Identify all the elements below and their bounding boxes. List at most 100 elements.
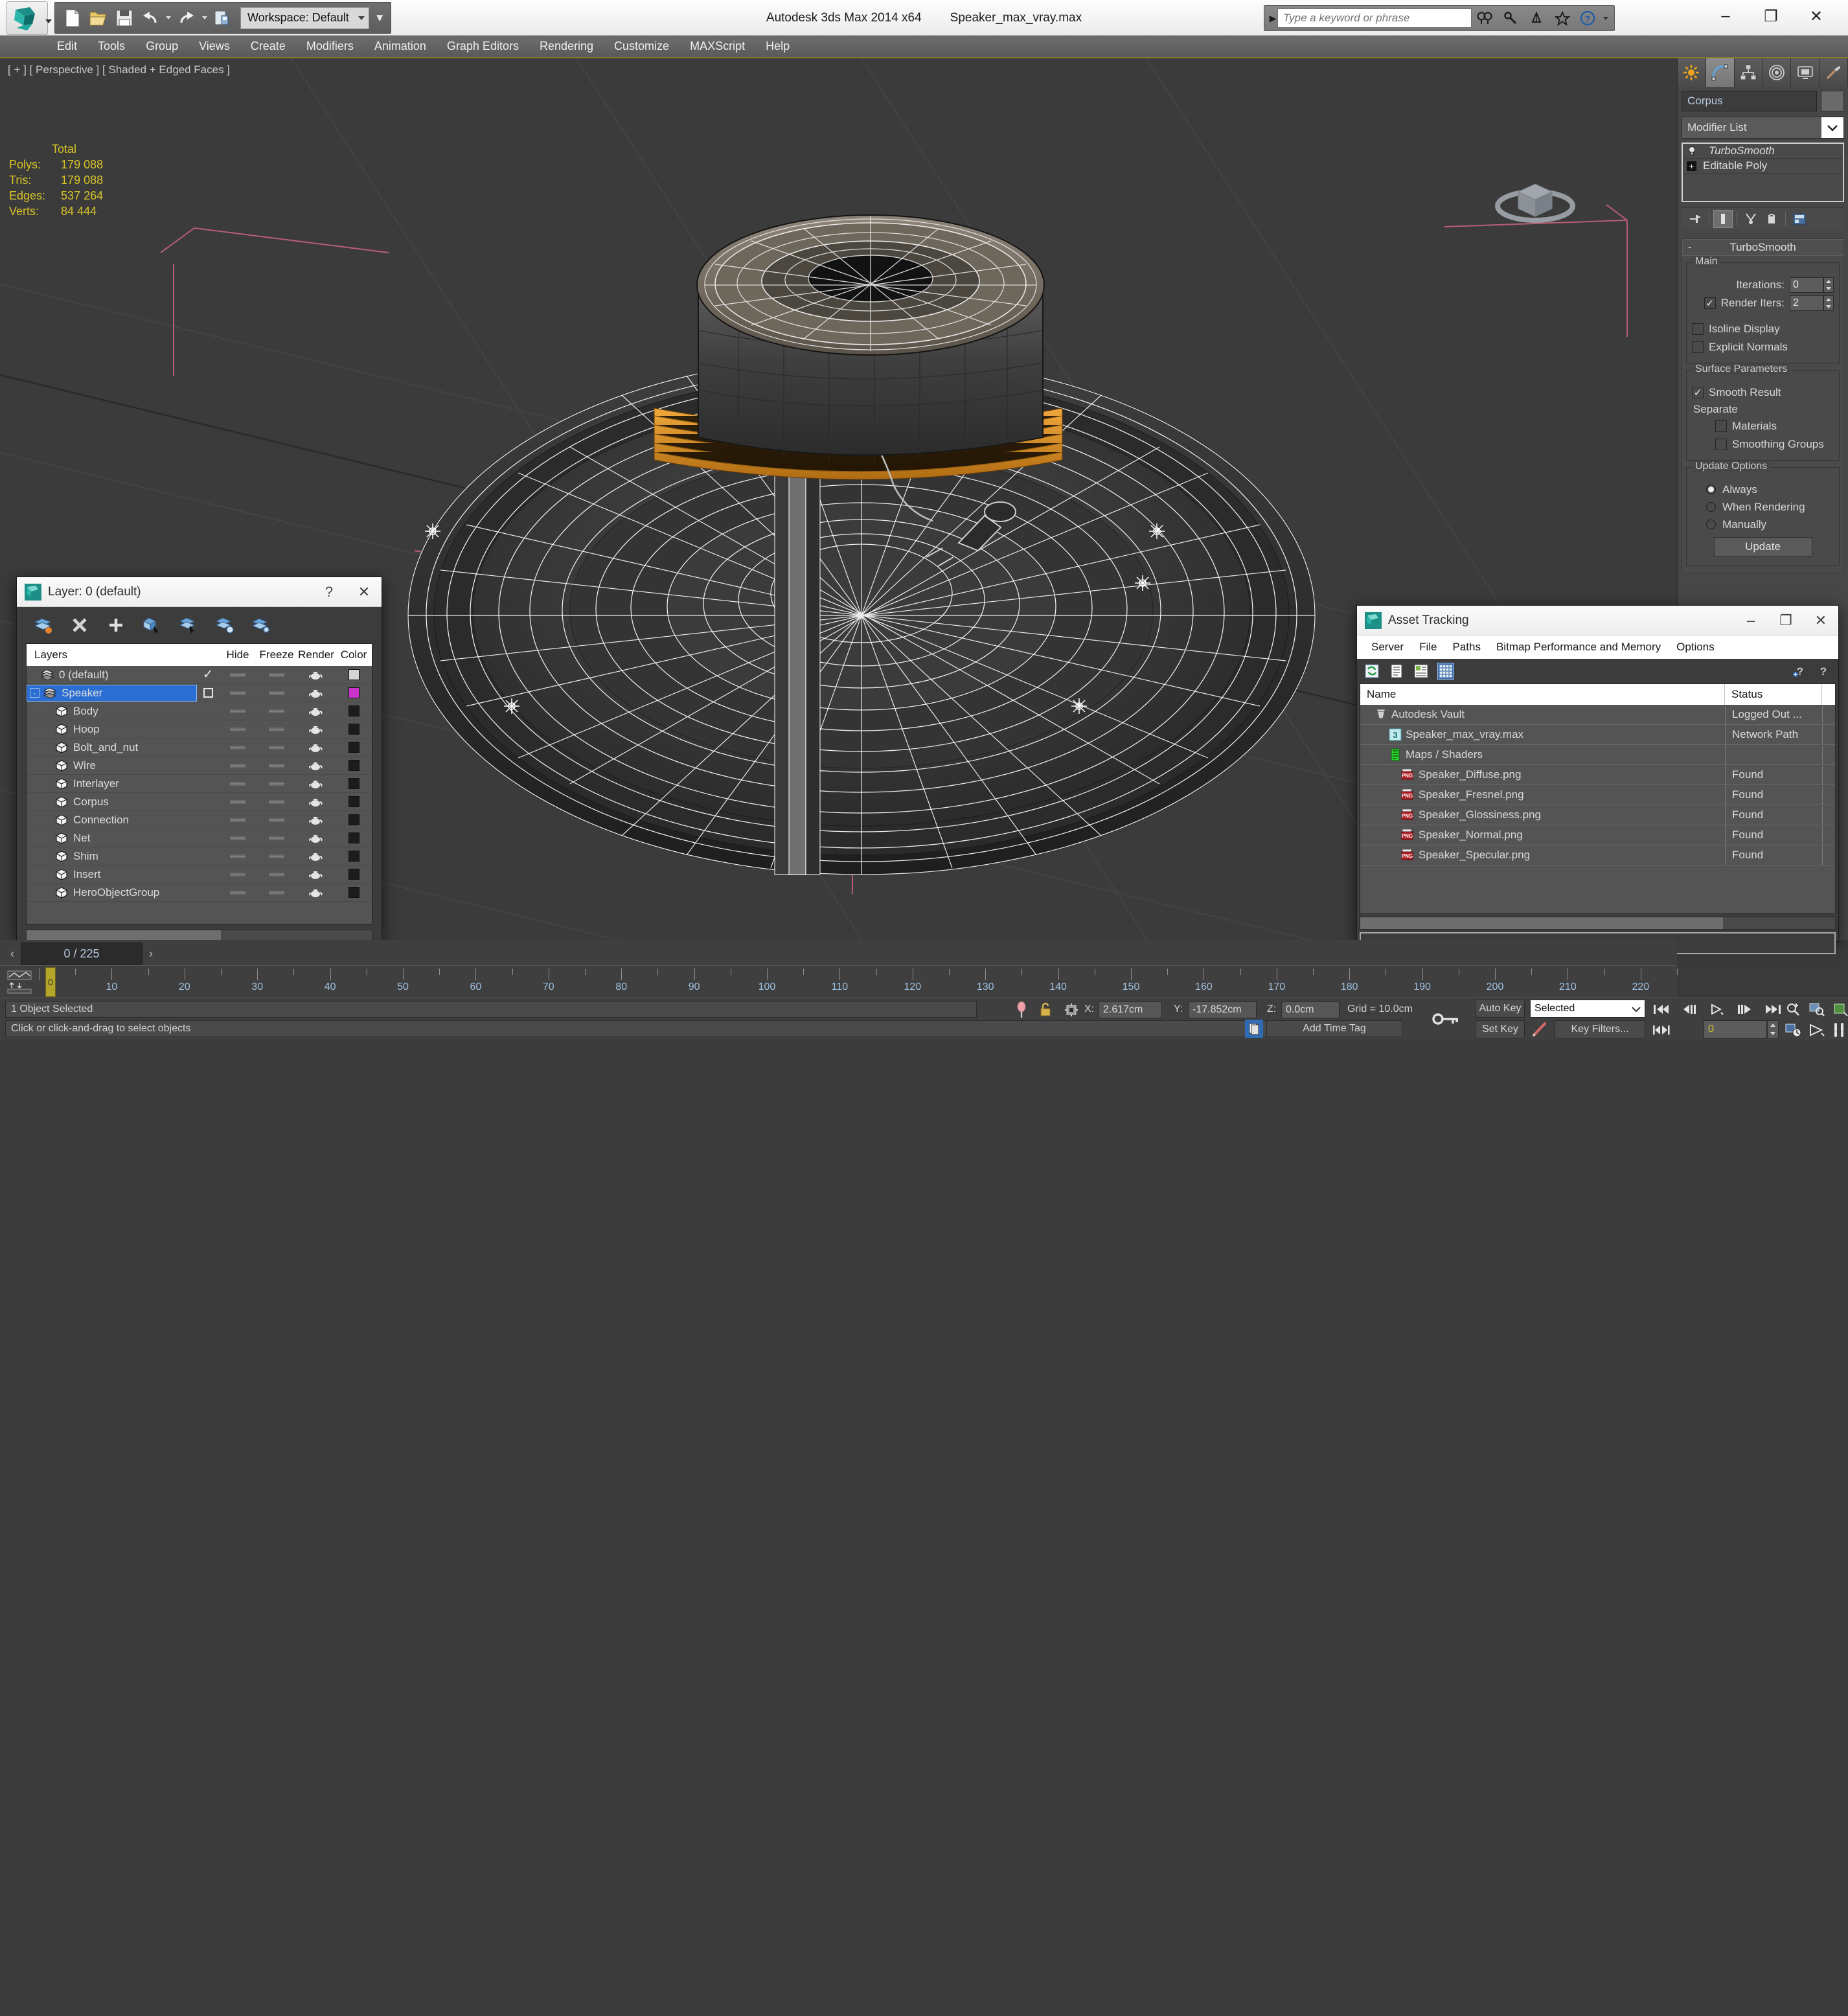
- layer-render-cell[interactable]: [297, 721, 336, 738]
- layer-name-cell[interactable]: Connection: [27, 812, 197, 829]
- subscription-center-icon[interactable]: [1498, 7, 1523, 29]
- layer-color-cell[interactable]: [336, 739, 372, 756]
- layer-color-cell[interactable]: [336, 703, 372, 720]
- expand-stack-icon[interactable]: +: [1687, 161, 1696, 171]
- layer-freeze-cell[interactable]: [257, 830, 297, 847]
- layer-name-cell[interactable]: Interlayer: [27, 775, 197, 792]
- menu-item-modifiers[interactable]: Modifiers: [296, 35, 364, 58]
- smooth-result-checkbox[interactable]: [1692, 387, 1704, 398]
- layer-name-cell[interactable]: Net: [27, 830, 197, 847]
- save-file-button[interactable]: [112, 5, 137, 31]
- color-swatch[interactable]: [348, 814, 359, 825]
- list-view-icon[interactable]: [1388, 663, 1405, 680]
- render-iters-spinner-buttons[interactable]: [1823, 295, 1834, 311]
- asset-row[interactable]: PNG Speaker_Specular.png Found: [1360, 845, 1835, 865]
- color-swatch[interactable]: [348, 742, 359, 753]
- walkthrough-icon[interactable]: [1829, 1020, 1848, 1040]
- current-frame-spinner[interactable]: [1767, 1020, 1779, 1038]
- asset-dialog-titlebar[interactable]: Asset Tracking – ❐ ✕: [1357, 606, 1838, 636]
- asset-row[interactable]: Autodesk Vault Logged Out ...: [1360, 705, 1835, 725]
- asset-horizontal-scrollbar[interactable]: [1360, 917, 1836, 930]
- detail-view-icon[interactable]: [1413, 663, 1430, 680]
- x-coord-field[interactable]: 2.617cm: [1099, 1002, 1162, 1018]
- color-swatch[interactable]: [348, 669, 359, 680]
- set-key-button[interactable]: Set Key: [1476, 1020, 1525, 1038]
- explicit-normals-row[interactable]: Explicit Normals: [1692, 338, 1834, 356]
- application-menu-caret-icon[interactable]: [45, 19, 52, 23]
- layer-hide-cell[interactable]: [219, 667, 257, 683]
- close-button[interactable]: ✕: [1795, 3, 1838, 30]
- layer-color-cell[interactable]: [336, 848, 372, 865]
- hierarchy-tab[interactable]: [1734, 58, 1763, 87]
- color-swatch[interactable]: [348, 778, 359, 789]
- show-end-result-icon[interactable]: [1713, 209, 1733, 228]
- toggle-dash-icon[interactable]: [269, 709, 284, 713]
- configure-modifier-sets-icon[interactable]: [1790, 210, 1809, 228]
- layer-row[interactable]: Connection: [27, 811, 372, 829]
- search-input[interactable]: [1277, 8, 1472, 28]
- redo-button[interactable]: [174, 5, 199, 31]
- layer-row[interactable]: Net: [27, 829, 372, 847]
- communication-center-icon[interactable]: [1523, 7, 1549, 29]
- key-selection-mode-dropdown[interactable]: Selected: [1530, 1000, 1645, 1018]
- layer-active-cell[interactable]: [197, 794, 219, 810]
- color-swatch[interactable]: [348, 705, 359, 716]
- color-swatch[interactable]: [348, 796, 359, 807]
- radio-button[interactable]: [1706, 485, 1716, 494]
- layer-name-cell[interactable]: Corpus: [27, 794, 197, 810]
- iterations-spinner[interactable]: 0: [1790, 277, 1834, 293]
- layer-row[interactable]: Corpus: [27, 793, 372, 811]
- layer-dialog[interactable]: Layer: 0 (default) ? ✕ Layers Hide Freez…: [16, 577, 382, 944]
- toggle-dash-icon[interactable]: [269, 890, 284, 895]
- layer-hide-cell[interactable]: [219, 848, 257, 865]
- layer-grid-body[interactable]: 0 (default) ✓ - Speaker Body Hoop Bolt_and_nut…: [27, 666, 372, 902]
- layer-active-cell[interactable]: [197, 884, 219, 901]
- toggle-dash-icon[interactable]: [269, 672, 284, 677]
- toggle-dash-icon[interactable]: [269, 763, 284, 768]
- toggle-dash-icon[interactable]: [230, 836, 245, 840]
- utilities-tab[interactable]: [1819, 58, 1848, 87]
- layer-active-cell[interactable]: [197, 721, 219, 738]
- toggle-dash-icon[interactable]: [269, 781, 284, 786]
- zoom-region-icon[interactable]: [1806, 1000, 1828, 1019]
- toggle-dash-icon[interactable]: [230, 691, 245, 695]
- toggle-dash-icon[interactable]: [269, 818, 284, 822]
- layer-active-cell[interactable]: [197, 812, 219, 829]
- color-swatch[interactable]: [348, 687, 359, 698]
- radio-button[interactable]: [1706, 520, 1716, 529]
- asset-row[interactable]: PNG Speaker_Fresnel.png Found: [1360, 785, 1835, 805]
- undo-dropdown-icon[interactable]: [164, 5, 173, 31]
- toggle-dash-icon[interactable]: [269, 872, 284, 876]
- layer-color-cell[interactable]: [336, 866, 372, 883]
- layer-render-cell[interactable]: [297, 775, 336, 792]
- current-frame-field[interactable]: 0: [1704, 1020, 1767, 1038]
- set-key-pencil-icon[interactable]: [1531, 1021, 1551, 1038]
- minimize-button[interactable]: –: [1704, 3, 1747, 30]
- color-swatch[interactable]: [348, 887, 359, 898]
- layer-render-cell[interactable]: [297, 685, 336, 702]
- display-tab[interactable]: [1791, 58, 1820, 87]
- menu-item-tools[interactable]: Tools: [87, 35, 135, 58]
- layer-color-cell[interactable]: [336, 667, 372, 683]
- layer-active-cell[interactable]: [197, 866, 219, 883]
- menu-item-group[interactable]: Group: [135, 35, 188, 58]
- layer-hide-cell[interactable]: [219, 721, 257, 738]
- radio-button[interactable]: [1706, 502, 1716, 512]
- go-to-end-icon[interactable]: [1762, 1000, 1784, 1019]
- layer-color-cell[interactable]: [336, 721, 372, 738]
- absolute-relative-toggle-icon[interactable]: [1062, 1001, 1080, 1019]
- layer-properties-icon[interactable]: [250, 614, 272, 636]
- layer-color-cell[interactable]: [336, 775, 372, 792]
- timeline-playhead[interactable]: 0: [45, 967, 56, 997]
- application-menu-button[interactable]: [6, 1, 48, 35]
- layer-color-cell[interactable]: [336, 884, 372, 901]
- asset-name-cell[interactable]: PNG Speaker_Fresnel.png: [1360, 788, 1725, 801]
- update-option-always[interactable]: Always: [1692, 481, 1834, 498]
- field-of-view-icon[interactable]: [1806, 1020, 1828, 1040]
- toggle-dash-icon[interactable]: [230, 672, 245, 677]
- layer-active-cell[interactable]: [197, 703, 219, 720]
- asset-name-cell[interactable]: 3 Speaker_max_vray.max: [1360, 728, 1725, 741]
- layer-row[interactable]: 0 (default) ✓: [27, 666, 372, 684]
- asset-menu-file[interactable]: File: [1411, 636, 1444, 659]
- favorites-star-icon[interactable]: [1549, 7, 1575, 29]
